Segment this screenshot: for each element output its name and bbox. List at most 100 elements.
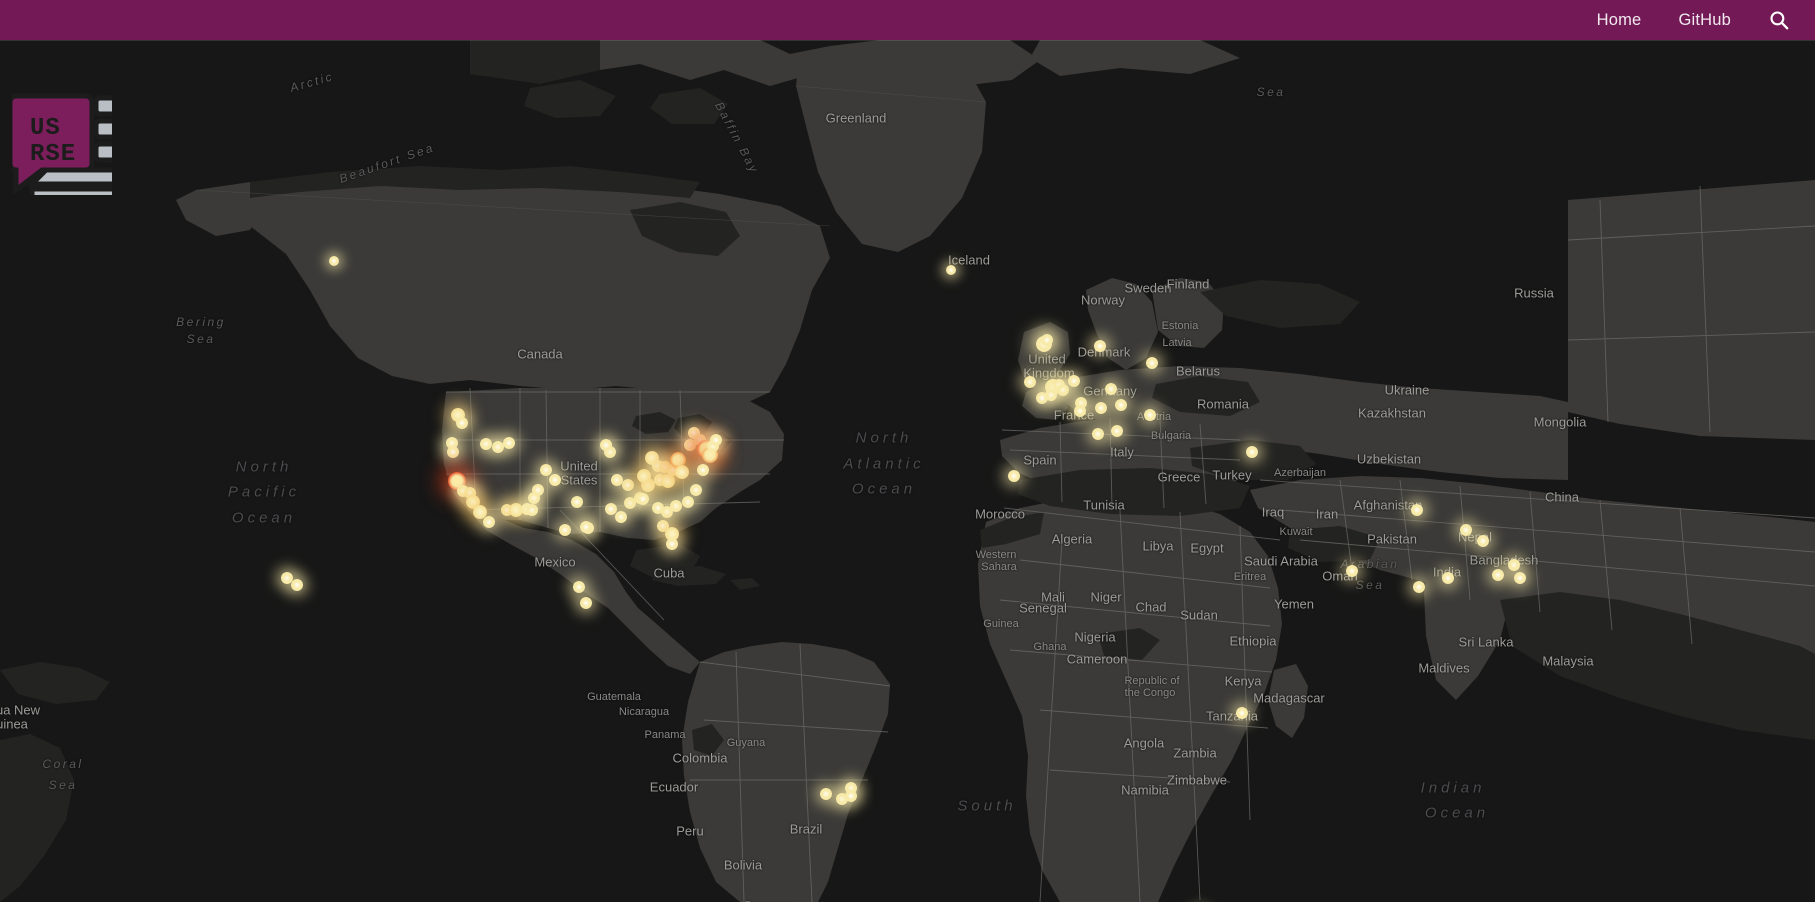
member-dot bbox=[697, 464, 709, 476]
member-dot bbox=[466, 495, 480, 509]
member-dot bbox=[1036, 336, 1052, 352]
member-dot bbox=[1045, 389, 1057, 401]
logo-text-us: US bbox=[30, 115, 61, 142]
member-dot bbox=[675, 465, 689, 479]
member-dot bbox=[1442, 572, 1454, 584]
member-dot bbox=[580, 521, 592, 533]
member-dot bbox=[464, 487, 476, 499]
member-dot bbox=[652, 502, 664, 514]
member-dot bbox=[666, 538, 678, 550]
member-dot bbox=[622, 479, 634, 491]
member-dot bbox=[580, 597, 592, 609]
member-dot bbox=[694, 434, 706, 446]
logo-bar-2 bbox=[93, 118, 112, 140]
logo-text-rse: RSE bbox=[30, 141, 76, 168]
member-dot bbox=[1111, 425, 1123, 437]
logo-bar-3 bbox=[93, 141, 112, 163]
member-dot bbox=[559, 524, 571, 536]
member-dot bbox=[329, 256, 339, 266]
member-dot bbox=[1144, 409, 1156, 421]
member-dot bbox=[451, 408, 465, 422]
member-dot bbox=[1346, 565, 1358, 577]
member-location-dots bbox=[0, 40, 1815, 902]
member-dot bbox=[820, 788, 832, 800]
top-navigation-bar: Home GitHub bbox=[0, 0, 1815, 40]
member-dot bbox=[1115, 399, 1127, 411]
member-dot bbox=[1008, 470, 1020, 482]
member-dot bbox=[707, 440, 719, 452]
member-dot bbox=[291, 579, 303, 591]
member-dot bbox=[1492, 569, 1504, 581]
member-dot bbox=[845, 790, 857, 802]
member-dot bbox=[456, 417, 468, 429]
member-dot bbox=[605, 503, 617, 515]
member-dot bbox=[1075, 397, 1087, 409]
member-dot bbox=[1460, 524, 1472, 536]
world-map[interactable]: Arctic Sea Beaufort Sea Baffin Bay Greenland… bbox=[0, 40, 1815, 902]
member-dot bbox=[665, 527, 679, 541]
member-dot bbox=[448, 472, 466, 490]
nav-github-link[interactable]: GitHub bbox=[1678, 12, 1731, 29]
logo-bar-4 bbox=[25, 167, 112, 187]
member-dot bbox=[661, 474, 675, 488]
member-dot bbox=[1095, 402, 1107, 414]
member-dot bbox=[697, 440, 715, 458]
member-dot bbox=[1508, 559, 1520, 571]
member-dot bbox=[457, 485, 469, 497]
member-dot bbox=[667, 464, 679, 476]
member-dot bbox=[661, 506, 673, 518]
member-dot bbox=[600, 439, 612, 451]
member-dot bbox=[532, 484, 544, 496]
member-dot bbox=[1053, 379, 1065, 391]
member-dot bbox=[637, 469, 651, 483]
member-dot bbox=[483, 516, 495, 528]
member-dot bbox=[1105, 383, 1117, 395]
member-dot bbox=[1246, 446, 1258, 458]
member-dot bbox=[571, 496, 583, 508]
member-dot bbox=[1045, 379, 1061, 395]
member-dot bbox=[528, 492, 540, 504]
member-dot bbox=[1146, 357, 1158, 369]
member-dot bbox=[657, 520, 669, 532]
member-dot bbox=[501, 504, 513, 516]
member-dot bbox=[690, 484, 702, 496]
member-dot bbox=[1236, 707, 1248, 719]
member-dot bbox=[492, 441, 504, 453]
member-dot bbox=[1514, 572, 1526, 584]
member-dot bbox=[702, 447, 718, 463]
logo-bar-5 bbox=[29, 186, 112, 195]
member-dot bbox=[682, 496, 694, 508]
member-dot bbox=[1094, 340, 1106, 352]
member-dot bbox=[836, 793, 848, 805]
member-dot bbox=[684, 439, 696, 451]
search-icon[interactable] bbox=[1768, 9, 1790, 31]
member-dot bbox=[624, 497, 636, 509]
member-dot bbox=[447, 446, 459, 458]
logo-bar-1 bbox=[93, 95, 112, 117]
member-dot bbox=[1411, 504, 1423, 516]
member-dot bbox=[540, 464, 552, 476]
nav-home-link[interactable]: Home bbox=[1597, 12, 1642, 29]
member-dot bbox=[688, 427, 700, 439]
member-dot bbox=[659, 461, 671, 473]
member-dot bbox=[1036, 392, 1048, 404]
member-dot bbox=[549, 474, 561, 486]
member-dot bbox=[509, 503, 523, 517]
usrse-logo[interactable]: US RSE bbox=[12, 90, 112, 195]
member-dot bbox=[946, 265, 956, 275]
member-dot bbox=[582, 522, 594, 534]
member-dot bbox=[637, 493, 649, 505]
member-dot bbox=[1068, 375, 1080, 387]
member-dot bbox=[654, 474, 666, 486]
member-dot bbox=[634, 492, 646, 504]
member-dot bbox=[670, 452, 686, 468]
member-dot bbox=[710, 434, 722, 446]
member-dot bbox=[645, 451, 659, 465]
member-dot bbox=[480, 438, 492, 450]
member-dot bbox=[573, 581, 585, 593]
member-dot bbox=[503, 437, 515, 449]
member-dot bbox=[1057, 384, 1069, 396]
member-dot bbox=[446, 437, 458, 449]
member-dot bbox=[521, 503, 533, 515]
member-dot bbox=[615, 511, 627, 523]
